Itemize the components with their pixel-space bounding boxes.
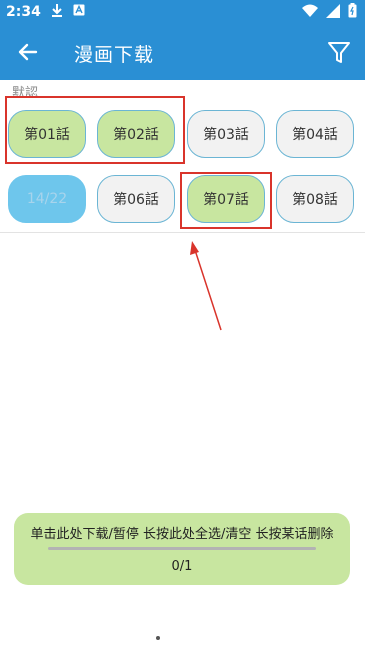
status-bar: 2:34 xyxy=(0,0,365,24)
chapter-chip-label: 第01話 xyxy=(24,127,70,143)
back-arrow-icon xyxy=(18,43,38,61)
chapter-chip-04[interactable]: 第04話 xyxy=(276,110,354,158)
chapter-chip-01[interactable]: 第01話 xyxy=(8,110,86,158)
chapter-chip-label: 第06話 xyxy=(113,192,159,208)
chapter-chip-03[interactable]: 第03話 xyxy=(187,110,265,158)
progress-count: 0/1 xyxy=(171,559,193,574)
chapter-chip-label: 第03話 xyxy=(203,127,249,143)
status-time: 2:34 xyxy=(6,4,41,20)
download-control-panel[interactable]: 单击此处下载/暂停 长按此处全选/清空 长按某话删除 0/1 xyxy=(14,513,350,585)
chapter-chip-06[interactable]: 第06話 xyxy=(97,175,175,223)
app-notification-icon xyxy=(73,4,85,20)
app-bar: 漫画下载 xyxy=(0,24,365,80)
battery-icon xyxy=(348,3,357,22)
download-notification-icon xyxy=(51,3,63,21)
divider xyxy=(0,232,365,233)
progress-bar xyxy=(48,547,316,550)
signal-icon xyxy=(326,3,340,22)
instructions-text: 单击此处下载/暂停 长按此处全选/清空 长按某话删除 xyxy=(30,527,334,542)
filter-button[interactable] xyxy=(325,38,353,66)
chapter-chip-label: 第04話 xyxy=(292,127,338,143)
wifi-icon xyxy=(302,4,318,21)
page-title: 漫画下载 xyxy=(74,44,155,66)
chapter-chip-02[interactable]: 第02話 xyxy=(97,110,175,158)
back-button[interactable] xyxy=(14,38,42,66)
chapter-chip-05-downloading[interactable]: 14/22 xyxy=(8,175,86,223)
filter-icon xyxy=(328,42,350,63)
chapter-chip-label: 第02話 xyxy=(113,127,159,143)
nav-indicator xyxy=(156,636,160,640)
section-label: 默認 xyxy=(12,86,39,101)
chapter-chip-label: 第07話 xyxy=(203,192,249,208)
chapter-chip-label: 第08話 xyxy=(292,192,338,208)
chapter-chip-07[interactable]: 第07話 xyxy=(187,175,265,223)
download-progress-label: 14/22 xyxy=(26,191,68,207)
chapter-chip-08[interactable]: 第08話 xyxy=(276,175,354,223)
